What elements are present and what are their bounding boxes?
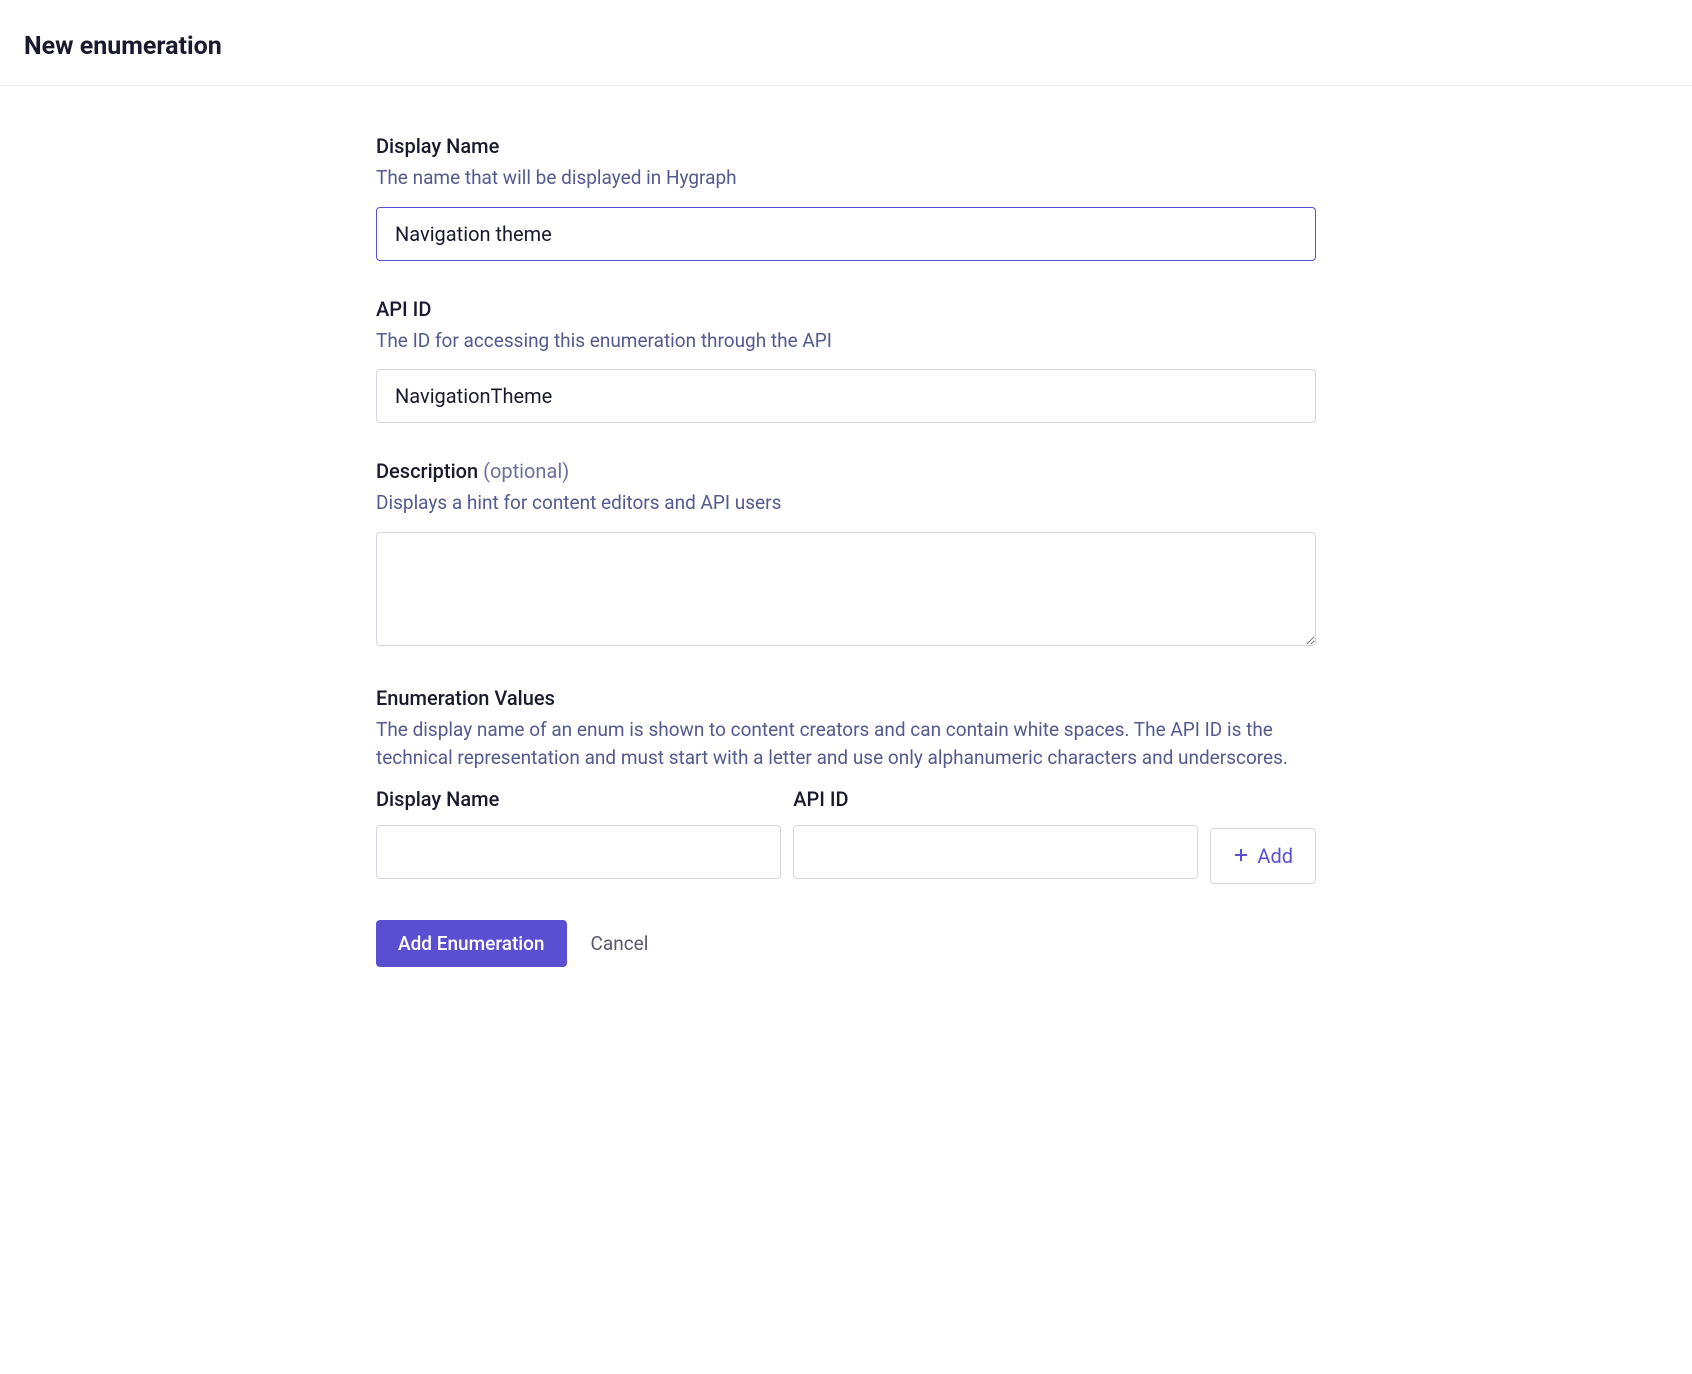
enum-api-id-col: API ID bbox=[793, 787, 1198, 879]
enum-values-row: Display Name API ID Add bbox=[376, 787, 1316, 884]
enum-values-label: Enumeration Values bbox=[376, 686, 1316, 710]
api-id-input[interactable] bbox=[376, 369, 1316, 423]
description-group: Description (optional) Displays a hint f… bbox=[376, 459, 1316, 650]
display-name-hint: The name that will be displayed in Hygra… bbox=[376, 164, 1316, 193]
api-id-hint: The ID for accessing this enumeration th… bbox=[376, 327, 1316, 356]
page-title: New enumeration bbox=[24, 32, 1668, 61]
form-container: Display Name The name that will be displ… bbox=[376, 86, 1316, 1007]
description-label-text: Description bbox=[376, 459, 478, 483]
enum-display-name-label: Display Name bbox=[376, 787, 781, 811]
api-id-group: API ID The ID for accessing this enumera… bbox=[376, 297, 1316, 424]
description-optional: (optional) bbox=[483, 459, 569, 483]
description-label: Description (optional) bbox=[376, 459, 1316, 483]
plus-icon bbox=[1233, 844, 1249, 868]
add-enum-value-button[interactable]: Add bbox=[1210, 828, 1316, 884]
submit-button[interactable]: Add Enumeration bbox=[376, 920, 567, 967]
cancel-button[interactable]: Cancel bbox=[591, 920, 649, 967]
enum-display-name-col: Display Name bbox=[376, 787, 781, 879]
display-name-label: Display Name bbox=[376, 134, 1316, 158]
form-actions: Add Enumeration Cancel bbox=[376, 920, 1316, 967]
enum-display-name-input[interactable] bbox=[376, 825, 781, 879]
add-enum-value-label: Add bbox=[1257, 844, 1293, 868]
api-id-label: API ID bbox=[376, 297, 1316, 321]
enum-api-id-input[interactable] bbox=[793, 825, 1198, 879]
description-hint: Displays a hint for content editors and … bbox=[376, 489, 1316, 518]
enum-values-group: Enumeration Values The display name of a… bbox=[376, 686, 1316, 884]
page-header: New enumeration bbox=[0, 0, 1692, 86]
enum-api-id-label: API ID bbox=[793, 787, 1198, 811]
description-input[interactable] bbox=[376, 532, 1316, 646]
display-name-group: Display Name The name that will be displ… bbox=[376, 134, 1316, 261]
enum-values-hint: The display name of an enum is shown to … bbox=[376, 716, 1316, 773]
display-name-input[interactable] bbox=[376, 207, 1316, 261]
